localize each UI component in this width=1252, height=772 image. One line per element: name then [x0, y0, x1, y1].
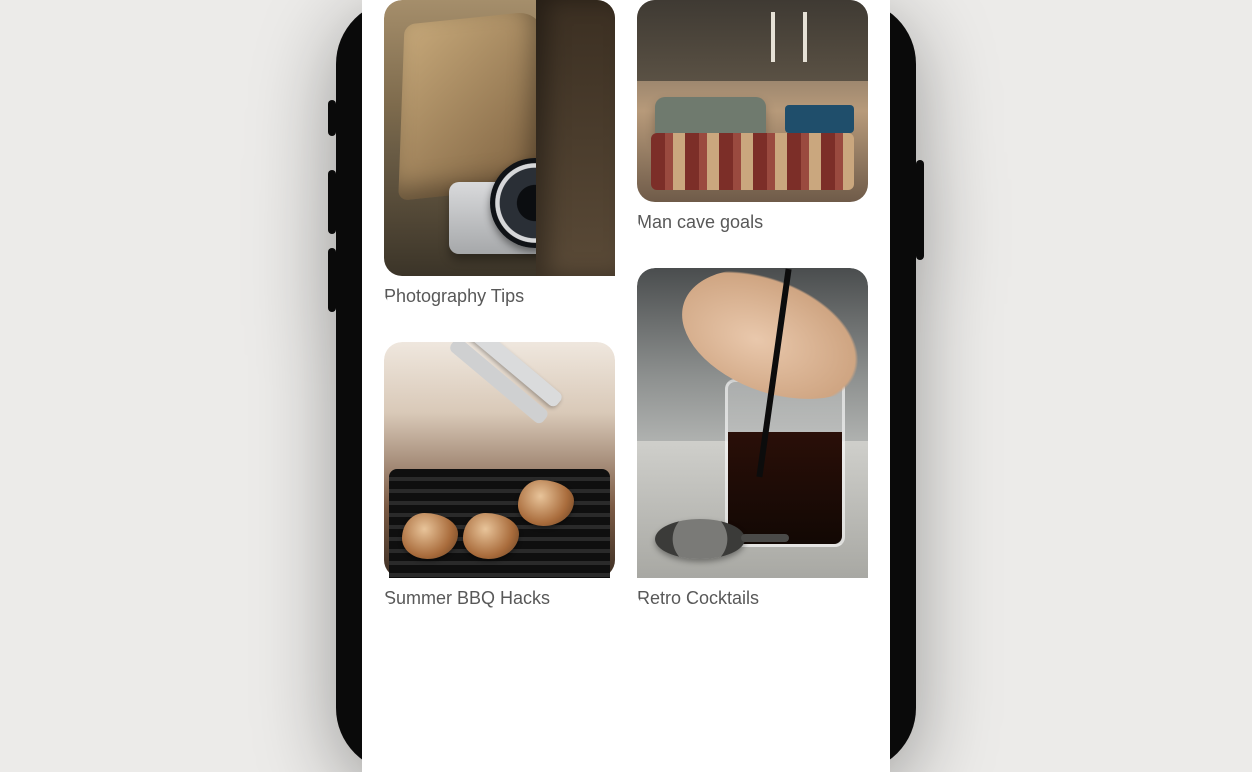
interior-icon	[637, 0, 868, 202]
phone-device: Photography Tips Summer BBQ Hacks	[336, 0, 916, 772]
pin-caption: Summer BBQ Hacks	[384, 588, 615, 610]
phone-frame: Photography Tips Summer BBQ Hacks	[336, 0, 916, 772]
pin-card[interactable]: Summer BBQ Hacks	[384, 342, 615, 610]
masonry-columns: Photography Tips Summer BBQ Hacks	[384, 0, 868, 772]
camera-icon	[384, 0, 615, 276]
column-left: Photography Tips Summer BBQ Hacks	[384, 0, 615, 772]
pin-card[interactable]: Man cave goals	[637, 0, 868, 234]
column-right: Man cave goals Retro Cocktai	[637, 0, 868, 772]
pin-card[interactable]: Photography Tips	[384, 0, 615, 308]
pin-feed[interactable]: Photography Tips Summer BBQ Hacks	[362, 0, 890, 772]
pin-card[interactable]: Retro Cocktails	[637, 268, 868, 610]
pin-caption: Retro Cocktails	[637, 588, 868, 610]
cocktail-icon	[637, 268, 868, 578]
power-button	[916, 160, 924, 260]
pin-caption: Man cave goals	[637, 212, 868, 234]
volume-down-button	[328, 248, 336, 312]
grill-icon	[384, 342, 615, 578]
volume-up-button	[328, 170, 336, 234]
phone-screen: Photography Tips Summer BBQ Hacks	[362, 0, 890, 772]
pin-caption: Photography Tips	[384, 286, 615, 308]
mute-switch	[328, 100, 336, 136]
